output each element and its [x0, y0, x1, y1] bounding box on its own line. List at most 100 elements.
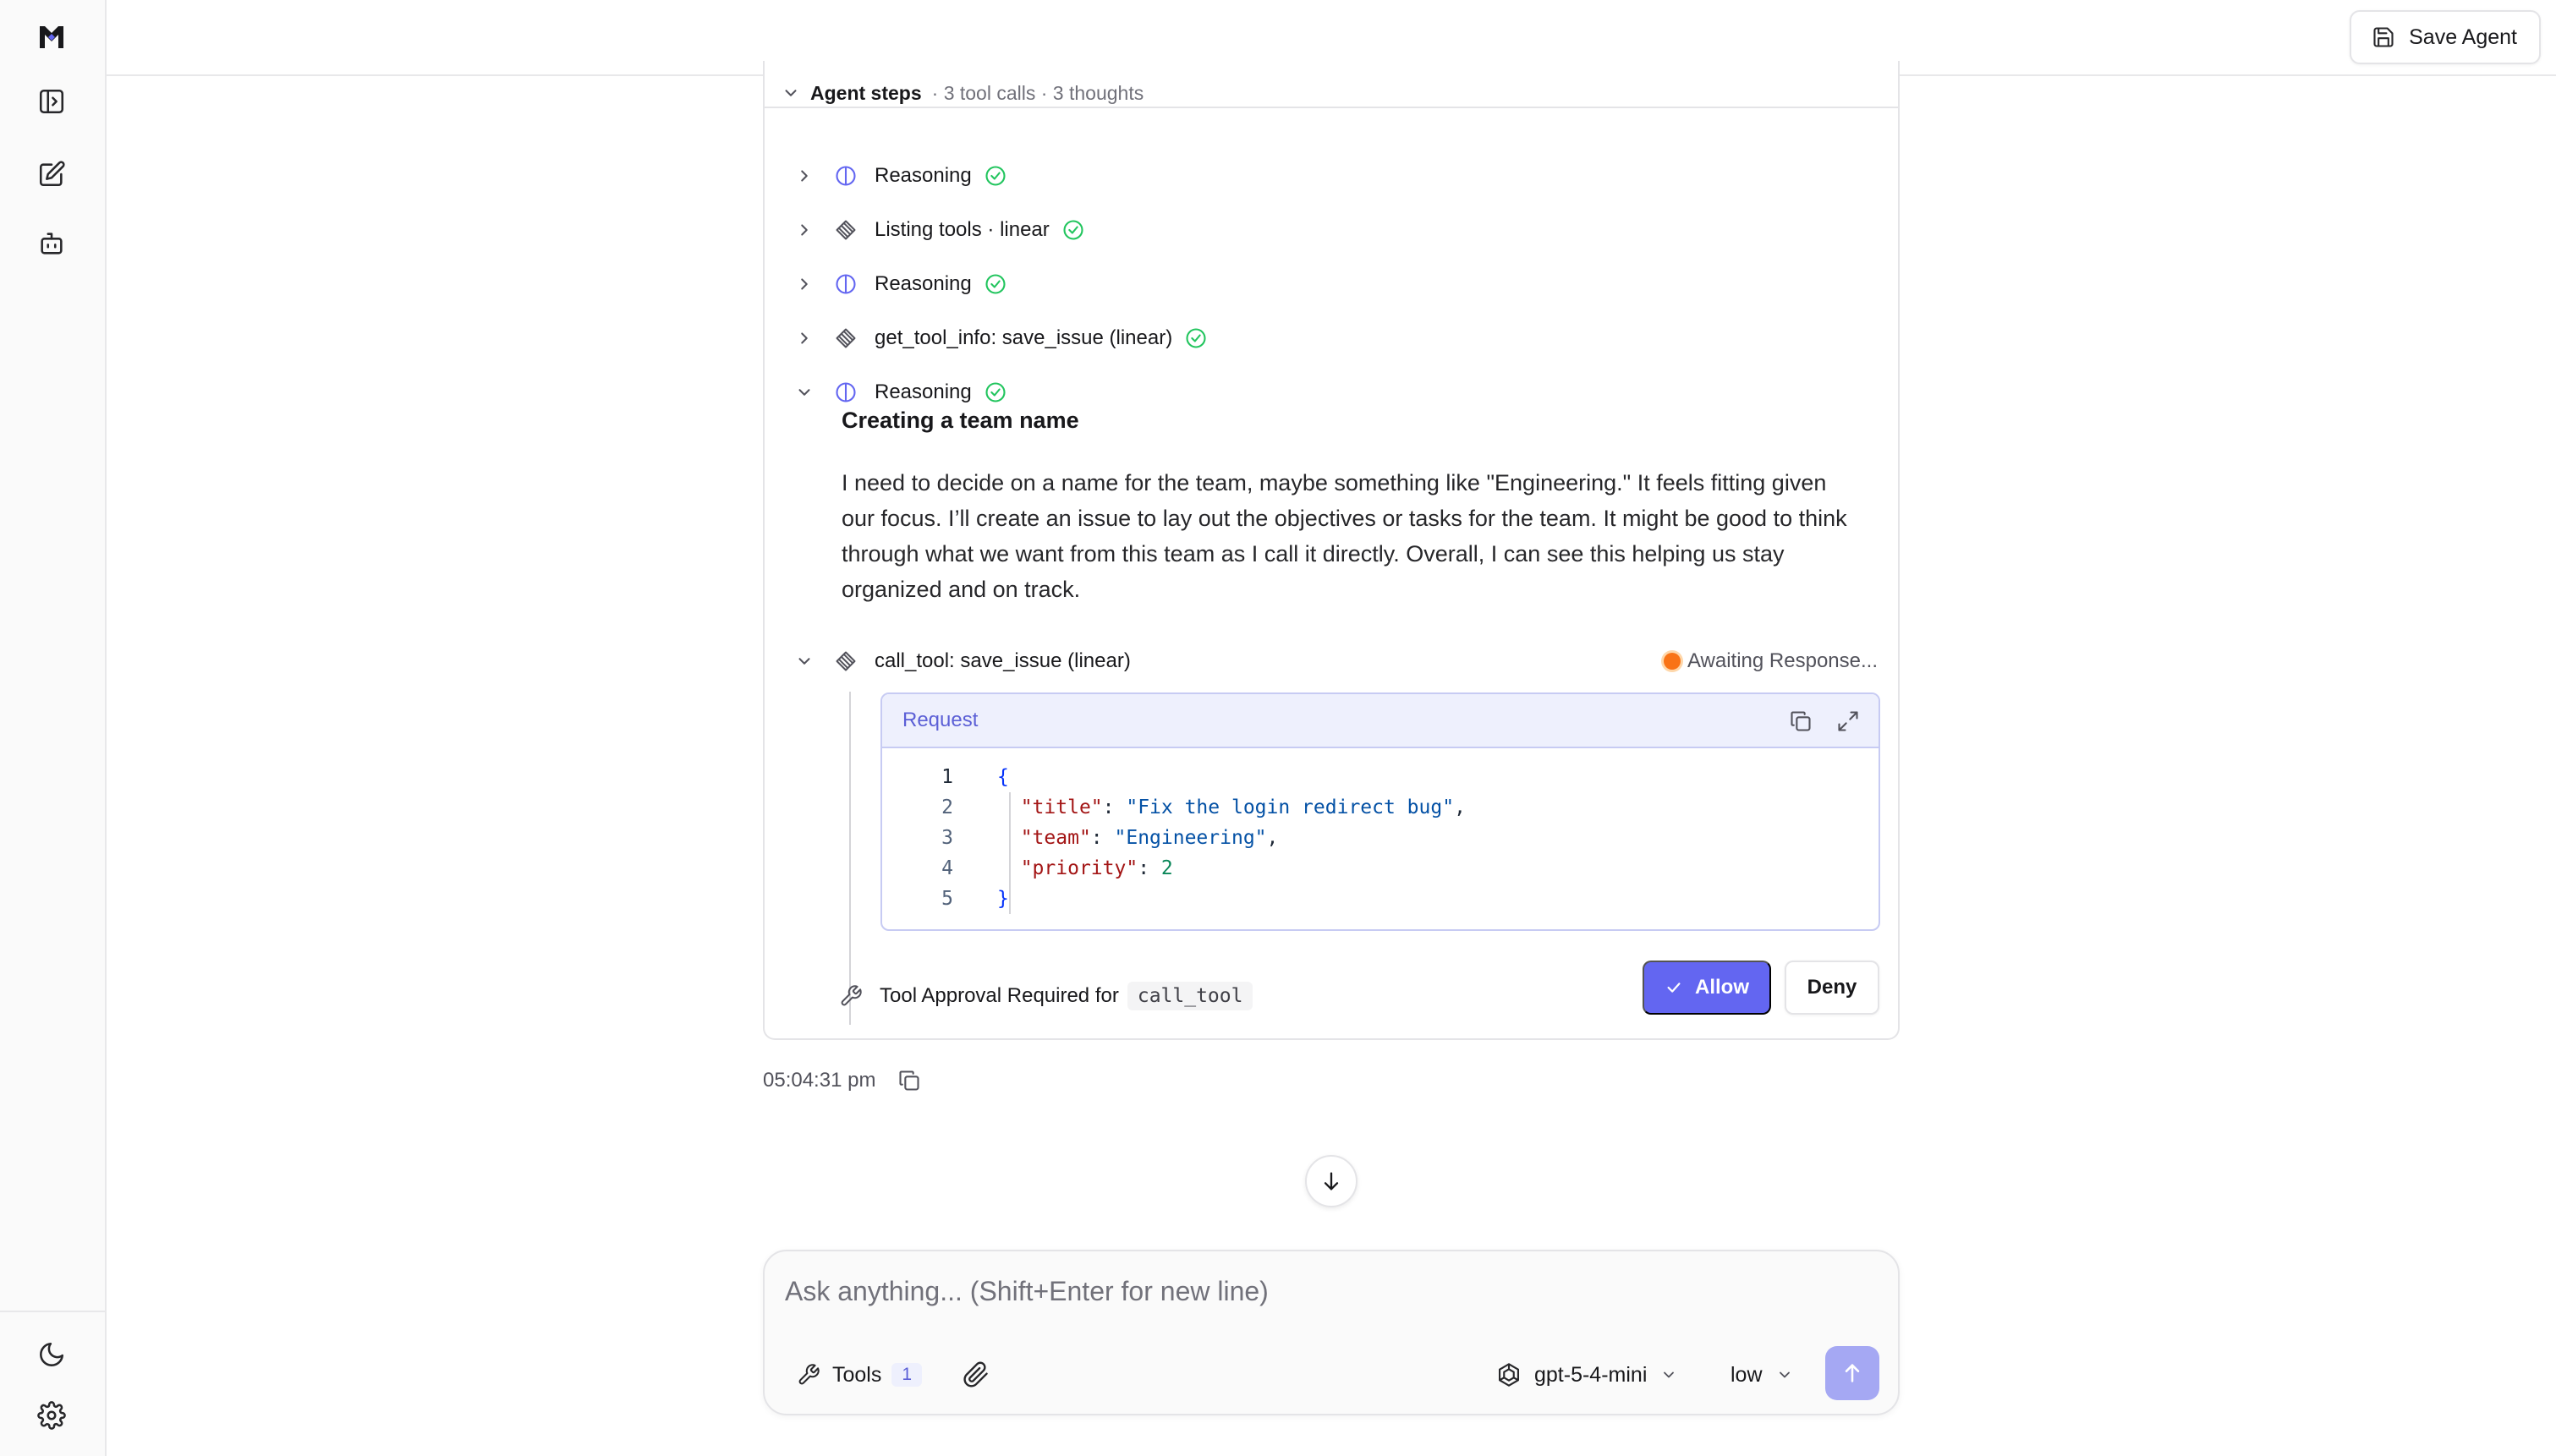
step-call-tool[interactable]: call_tool: save_issue (linear) — [795, 644, 1131, 678]
chevron-right-icon — [801, 332, 808, 344]
agent-steps-header[interactable]: Agent steps · 3 tool calls · 3 thoughts — [765, 76, 1898, 110]
chat-composer: Tools 1 gpt-5-4-mini low — [763, 1250, 1900, 1415]
agents-button[interactable] — [28, 220, 75, 267]
code-line: 5 } — [882, 884, 1879, 914]
agent-steps-card: Agent steps · 3 tool calls · 3 thoughts … — [763, 61, 1900, 1040]
arrow-up-icon — [1845, 1364, 1860, 1382]
wrench-icon — [841, 985, 862, 1006]
reasoning-body: I need to decide on a name for the team,… — [842, 470, 1847, 602]
tool-icon — [836, 651, 856, 671]
chevron-right-icon — [801, 224, 808, 236]
save-agent-button[interactable]: Save Agent — [2350, 10, 2541, 64]
tools-button[interactable]: Tools 1 — [797, 1356, 923, 1393]
deny-button[interactable]: Deny — [1785, 961, 1879, 1015]
code-value: "Fix the login redirect bug" — [1126, 796, 1455, 818]
code-line: 4 "priority": 2 — [882, 853, 1879, 884]
allow-label: Allow — [1695, 976, 1749, 999]
edit-icon — [39, 161, 65, 187]
bot-icon — [41, 233, 63, 255]
code-line: 2 "title": "Fix the login redirect bug", — [882, 792, 1879, 823]
model-name: gpt-5-4-mini — [1534, 1362, 1648, 1387]
timestamp-text: 05:04:31 pm — [763, 1069, 876, 1092]
step-listing-tools[interactable]: Listing tools · linear — [795, 213, 1085, 247]
new-chat-button[interactable] — [28, 151, 75, 198]
line-number: 2 — [941, 796, 953, 818]
chevron-down-icon — [798, 389, 810, 396]
openai-logo-icon — [1499, 1363, 1519, 1387]
app-root: Save Agent Agent steps · 3 tool calls · … — [0, 0, 2556, 1456]
code-line: 1 { — [882, 762, 1879, 792]
tool-icon — [836, 220, 856, 240]
reasoning-effort-selector[interactable]: low — [1731, 1356, 1793, 1393]
message-timestamp: 05:04:31 pm — [763, 1065, 921, 1096]
check-circle-icon — [1186, 328, 1206, 348]
attach-button[interactable] — [959, 1358, 993, 1392]
chevron-down-icon — [798, 658, 810, 665]
save-agent-label: Save Agent — [2409, 25, 2517, 49]
reasoning-icon — [836, 382, 856, 402]
moon-icon — [40, 1342, 64, 1366]
scroll-to-bottom-button[interactable] — [1305, 1155, 1358, 1207]
tools-label: Tools — [832, 1362, 882, 1387]
theme-toggle-button[interactable] — [28, 1331, 75, 1378]
step-label: call_tool: save_issue (linear) — [875, 649, 1131, 672]
step-label: get_tool_info: save_issue (linear) — [875, 326, 1173, 349]
check-circle-icon — [1063, 220, 1083, 240]
request-title: Request — [902, 709, 979, 731]
settings-button[interactable] — [28, 1392, 75, 1439]
app-logo[interactable] — [28, 14, 75, 61]
allow-button[interactable]: Allow — [1643, 961, 1771, 1015]
tool-call-thread-line — [849, 692, 851, 1025]
arrow-down-icon — [1324, 1172, 1339, 1191]
agent-steps-title: Agent steps — [810, 81, 922, 104]
request-header: Request — [882, 694, 1879, 748]
line-number: 4 — [941, 857, 953, 879]
chat-input[interactable] — [785, 1272, 1876, 1311]
check-circle-icon — [985, 274, 1006, 294]
tool-approval-notice: Tool Approval Required for call_tool — [839, 979, 1253, 1013]
request-panel: Request 1 { 2 "title": "Fix the login re… — [880, 692, 1880, 931]
request-code: 1 { 2 "title": "Fix the login redirect b… — [882, 748, 1879, 914]
sidebar-panel-icon — [39, 89, 64, 114]
code-brace: } — [997, 888, 1009, 910]
tool-call-status: Awaiting Response... — [1663, 644, 1878, 678]
code-key: "priority" — [1020, 857, 1138, 879]
copy-icon[interactable] — [1789, 709, 1813, 733]
toggle-sidebar-button[interactable] — [28, 78, 75, 125]
effort-value: low — [1731, 1362, 1763, 1387]
reasoning-icon — [836, 274, 856, 294]
tool-call-status-text: Awaiting Response... — [1687, 649, 1878, 672]
line-number: 1 — [941, 766, 953, 788]
sidebar — [0, 0, 107, 1456]
check-circle-icon — [985, 166, 1006, 186]
code-brace: { — [997, 766, 1009, 788]
code-value: 2 — [1160, 857, 1173, 879]
chevron-right-icon — [801, 278, 808, 290]
model-selector[interactable]: gpt-5-4-mini — [1495, 1356, 1677, 1393]
chevron-down-icon — [1779, 1371, 1790, 1378]
step-label: Reasoning — [875, 164, 972, 187]
send-button[interactable] — [1825, 1346, 1879, 1400]
wrench-icon — [798, 1364, 820, 1385]
deny-label: Deny — [1807, 976, 1857, 999]
chevron-down-icon — [785, 90, 797, 96]
step-label: Reasoning — [875, 272, 972, 295]
code-value: "Engineering" — [1114, 827, 1267, 849]
logo-icon — [40, 26, 63, 48]
chevron-down-icon — [1664, 1371, 1675, 1378]
step-reasoning-1[interactable]: Reasoning — [795, 159, 1007, 193]
step-label: Listing tools · linear — [875, 218, 1050, 241]
tools-count-badge: 1 — [891, 1363, 923, 1387]
pending-dot-icon — [1663, 653, 1681, 670]
step-reasoning-2[interactable]: Reasoning — [795, 267, 1007, 301]
approval-tool-chip: call_tool — [1127, 982, 1253, 1010]
sidebar-divider — [0, 1311, 107, 1312]
expand-icon[interactable] — [1836, 709, 1860, 733]
indent-guide — [1009, 792, 1011, 914]
line-number: 3 — [941, 827, 953, 849]
step-get-tool-info[interactable]: get_tool_info: save_issue (linear) — [795, 321, 1208, 355]
copy-icon[interactable] — [897, 1069, 921, 1092]
paperclip-icon — [963, 1361, 988, 1388]
step-reasoning-3[interactable]: Reasoning — [795, 375, 1007, 409]
code-line: 3 "team": "Engineering", — [882, 823, 1879, 853]
